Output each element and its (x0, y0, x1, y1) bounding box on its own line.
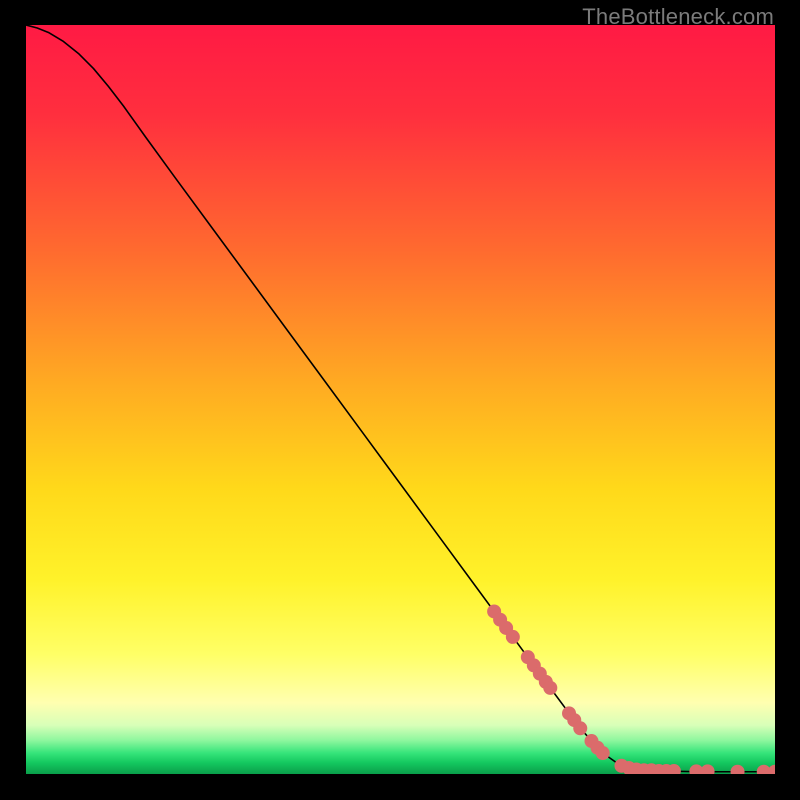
data-marker (506, 630, 520, 644)
gradient-background (26, 25, 775, 774)
plot-area (26, 25, 775, 774)
data-marker (543, 681, 557, 695)
chart-stage: TheBottleneck.com (0, 0, 800, 800)
data-marker (573, 721, 587, 735)
chart-svg (26, 25, 775, 774)
data-marker (596, 746, 610, 760)
